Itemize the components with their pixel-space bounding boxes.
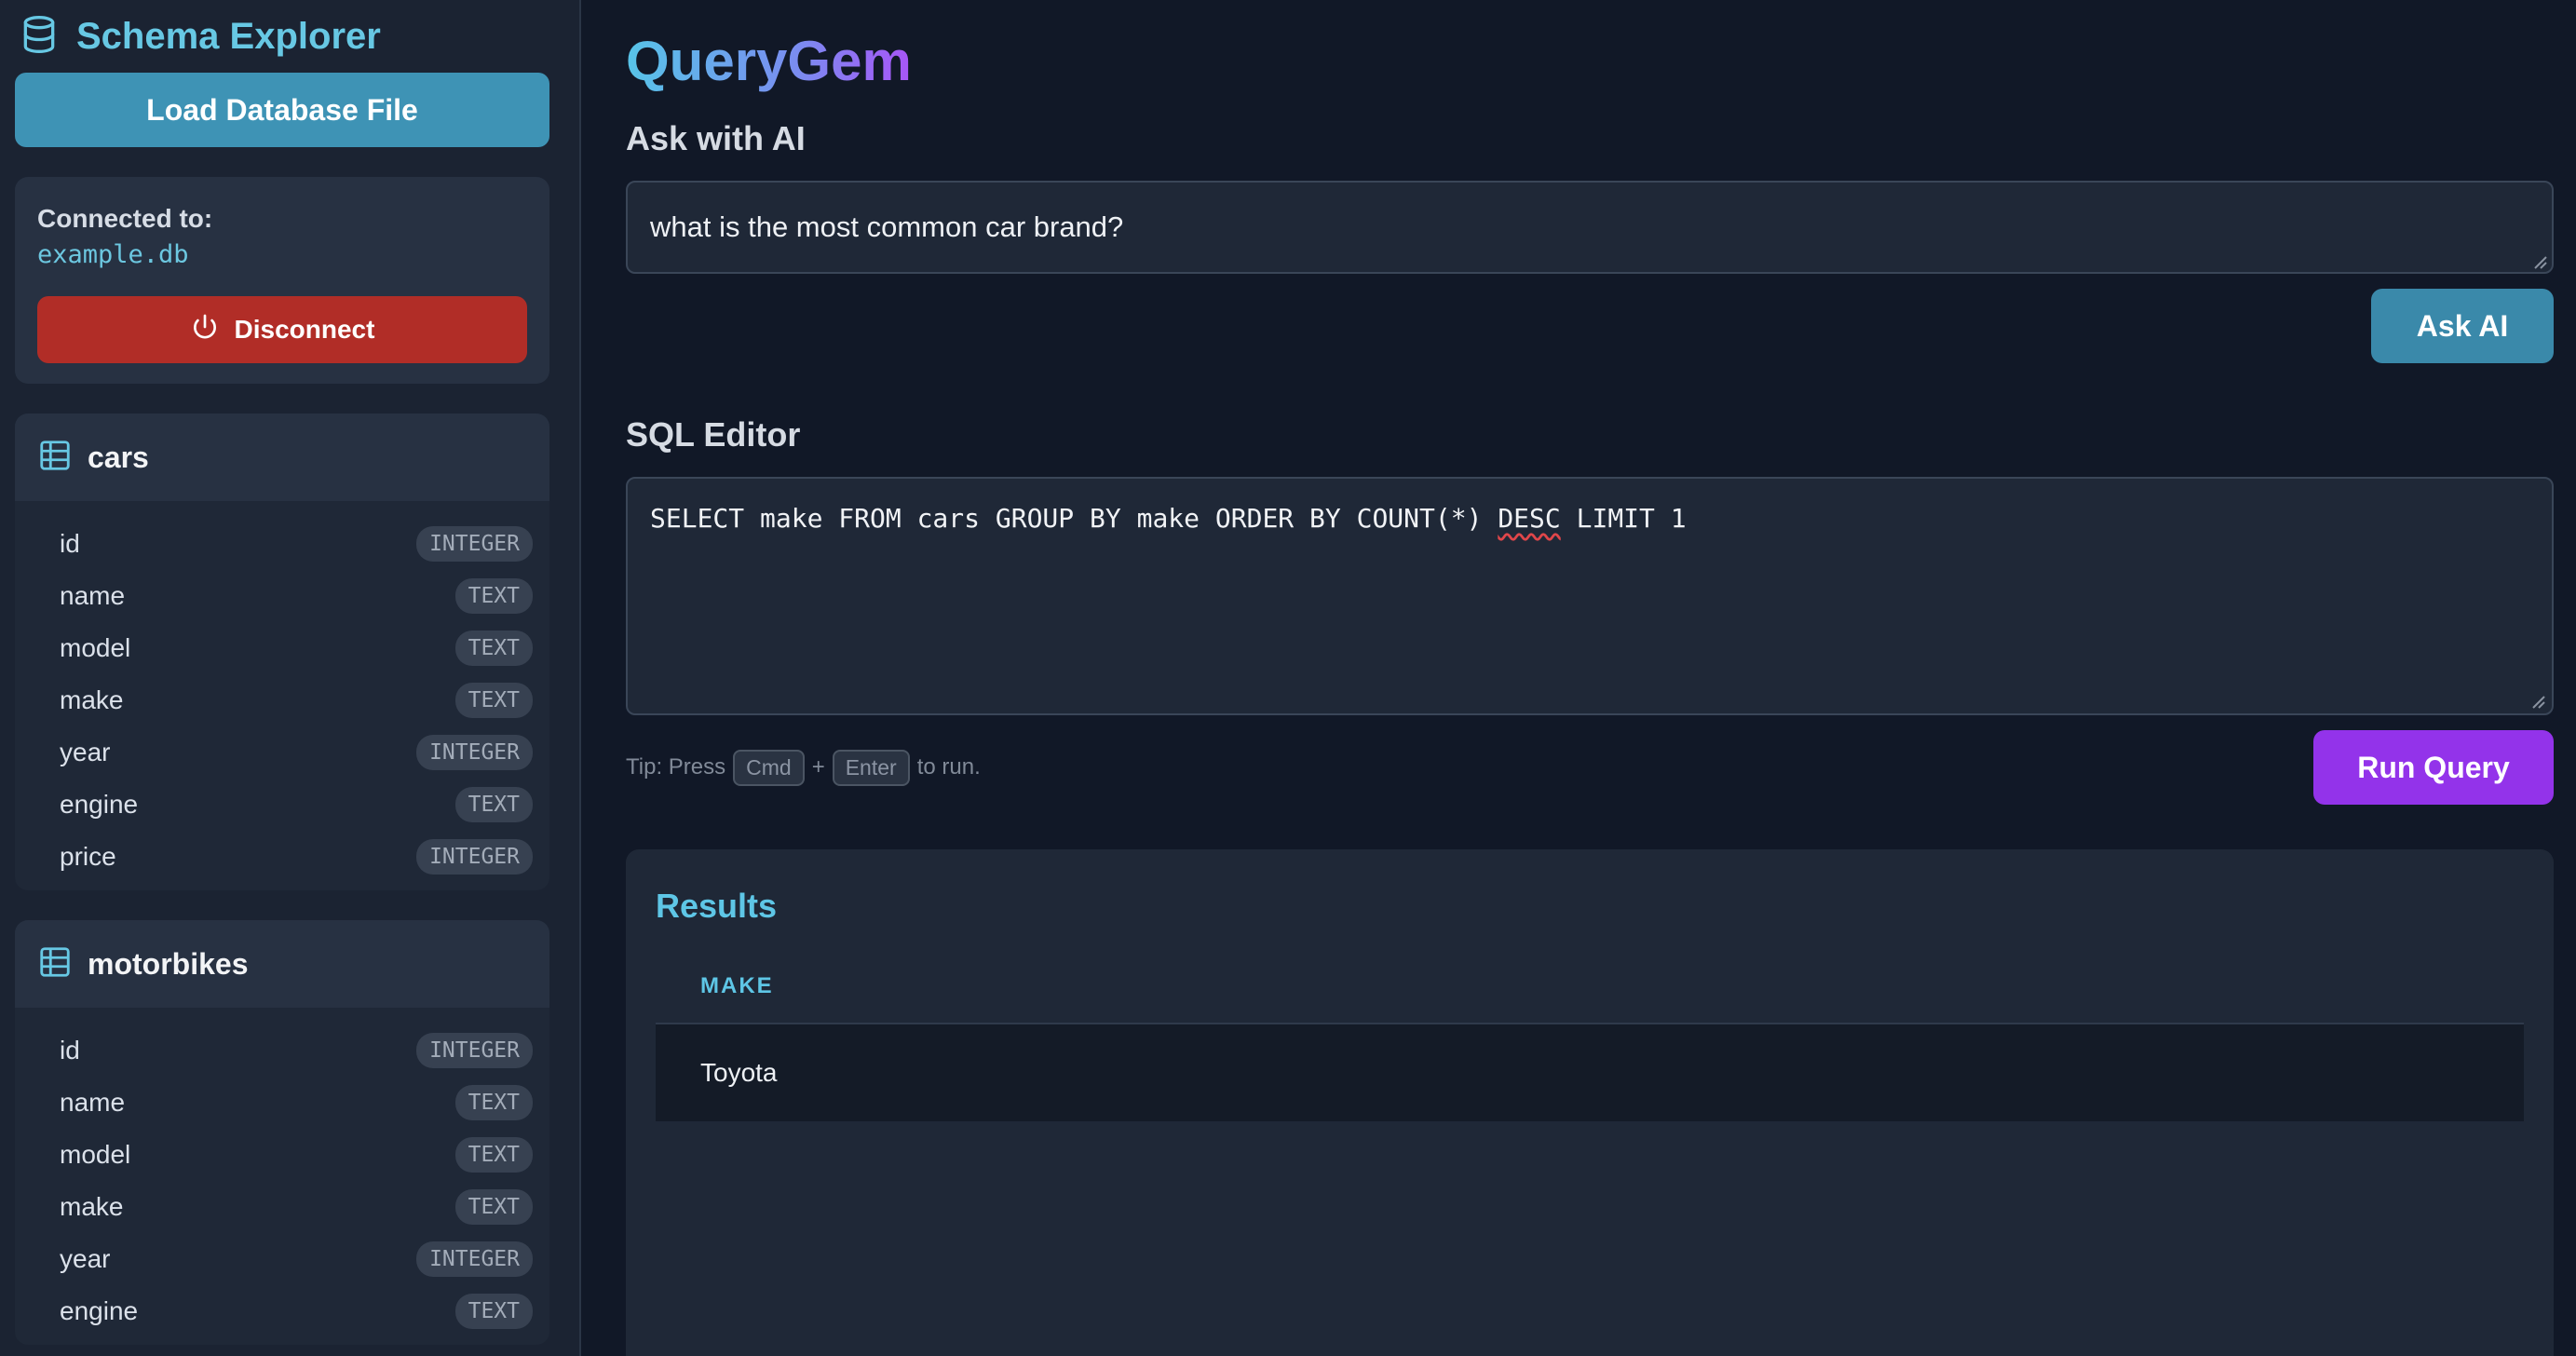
column-list: id INTEGER name TEXT model TEXT make TEXT ye… bbox=[15, 501, 549, 890]
column-row: make TEXT bbox=[60, 1181, 533, 1233]
column-list: id INTEGER name TEXT model TEXT make TEXT ye… bbox=[15, 1008, 549, 1345]
sql-query-part: LIMIT 1 bbox=[1560, 503, 1687, 534]
results-panel: Results MAKE Toyota bbox=[626, 849, 2554, 1356]
column-type-badge: INTEGER bbox=[416, 1033, 533, 1068]
load-database-button[interactable]: Load Database File bbox=[15, 73, 549, 147]
column-row: year INTEGER bbox=[60, 726, 533, 779]
results-title: Results bbox=[656, 887, 778, 925]
table-name: cars bbox=[88, 440, 149, 474]
kbd-cmd: Cmd bbox=[733, 749, 805, 786]
sidebar-header: Schema Explorer bbox=[15, 13, 564, 60]
column-type-badge: INTEGER bbox=[416, 526, 533, 562]
table-header-cars[interactable]: cars bbox=[15, 414, 549, 501]
column-row: id INTEGER bbox=[60, 518, 533, 570]
column-row: id INTEGER bbox=[60, 1024, 533, 1077]
table-cell: Toyota bbox=[700, 1058, 778, 1087]
column-type-badge: INTEGER bbox=[416, 1241, 533, 1277]
column-type-badge: TEXT bbox=[454, 787, 533, 822]
column-row: engine TEXT bbox=[60, 779, 533, 831]
column-row: name TEXT bbox=[60, 1077, 533, 1129]
column-name: price bbox=[60, 842, 116, 871]
resize-grip-icon[interactable] bbox=[2528, 250, 2548, 270]
ask-ai-button[interactable]: Ask AI bbox=[2371, 289, 2554, 363]
column-name: make bbox=[60, 1192, 124, 1221]
column-name: make bbox=[60, 685, 124, 714]
sql-query-part: SELECT make FROM cars GROUP BY make ORDE… bbox=[650, 503, 1498, 534]
column-row: price INTEGER bbox=[60, 831, 533, 883]
column-name: id bbox=[60, 529, 80, 558]
table-card-motorbikes: motorbikes id INTEGER name TEXT model TEXT … bbox=[15, 920, 549, 1345]
tip-plus: + bbox=[811, 754, 825, 780]
keyboard-tip: Tip: Press Cmd + Enter to run. bbox=[626, 749, 981, 786]
disconnect-button[interactable]: Disconnect bbox=[37, 296, 527, 363]
table-name: motorbikes bbox=[88, 946, 249, 981]
table-grid-icon bbox=[37, 438, 88, 478]
run-row: Tip: Press Cmd + Enter to run. Run Query bbox=[626, 730, 2554, 805]
column-row: make TEXT bbox=[60, 674, 533, 726]
sql-query-text[interactable]: SELECT make FROM cars GROUP BY make ORDE… bbox=[650, 503, 2529, 534]
sql-spellcheck-flag: DESC bbox=[1498, 503, 1561, 534]
app-root: Schema Explorer Load Database File Conne… bbox=[0, 0, 2576, 1356]
column-row: year INTEGER bbox=[60, 1233, 533, 1285]
disconnect-label: Disconnect bbox=[234, 315, 375, 344]
column-type-badge: INTEGER bbox=[416, 839, 533, 875]
column-name: model bbox=[60, 633, 131, 662]
ask-input-wrapper bbox=[626, 158, 2554, 274]
sidebar-title: Schema Explorer bbox=[76, 15, 381, 57]
results-header-row: MAKE bbox=[656, 950, 2524, 1024]
column-type-badge: INTEGER bbox=[416, 735, 533, 770]
connected-database-name: example.db bbox=[37, 240, 189, 269]
column-name: year bbox=[60, 738, 111, 766]
column-type-badge: TEXT bbox=[454, 1189, 533, 1225]
column-type-badge: TEXT bbox=[454, 683, 533, 718]
column-type-badge: TEXT bbox=[454, 1294, 533, 1329]
schema-sidebar: Schema Explorer Load Database File Conne… bbox=[0, 0, 581, 1356]
kbd-enter: Enter bbox=[832, 749, 910, 786]
connection-card: Connected to: example.db Disconnect bbox=[15, 177, 549, 384]
results-table: MAKE Toyota bbox=[656, 950, 2524, 1121]
ask-actions: Ask AI bbox=[626, 274, 2554, 363]
sql-editor[interactable]: SELECT make FROM cars GROUP BY make ORDE… bbox=[626, 477, 2554, 715]
sql-editor-label: SQL Editor bbox=[626, 415, 801, 454]
tip-prefix: Tip: Press bbox=[626, 754, 726, 780]
column-row: model TEXT bbox=[60, 622, 533, 674]
table-header-motorbikes[interactable]: motorbikes bbox=[15, 920, 549, 1008]
power-icon bbox=[190, 312, 235, 348]
column-name: id bbox=[60, 1036, 80, 1064]
column-type-badge: TEXT bbox=[454, 631, 533, 666]
column-name: engine bbox=[60, 1296, 139, 1325]
column-header-make: MAKE bbox=[700, 973, 774, 998]
column-name: name bbox=[60, 581, 126, 610]
column-name: model bbox=[60, 1140, 131, 1169]
column-name: engine bbox=[60, 790, 139, 819]
run-query-button[interactable]: Run Query bbox=[2313, 730, 2554, 805]
column-type-badge: TEXT bbox=[454, 1085, 533, 1120]
main-panel: QueryGem Ask with AI Ask AI SQL Editor S… bbox=[581, 0, 2576, 1356]
table-row: Toyota bbox=[656, 1024, 2524, 1121]
connection-label: Connected to: bbox=[37, 204, 213, 233]
column-row: engine TEXT bbox=[60, 1285, 533, 1337]
table-card-cars: cars id INTEGER name TEXT model TEXT make TE… bbox=[15, 414, 549, 890]
resize-grip-icon[interactable] bbox=[2526, 689, 2546, 710]
column-name: name bbox=[60, 1088, 126, 1117]
column-row: model TEXT bbox=[60, 1129, 533, 1181]
app-brand-title: QueryGem bbox=[626, 28, 912, 95]
database-icon bbox=[19, 14, 76, 60]
column-type-badge: TEXT bbox=[454, 578, 533, 614]
ask-ai-label: Ask with AI bbox=[626, 119, 806, 157]
tip-suffix: to run. bbox=[916, 754, 981, 780]
table-grid-icon bbox=[37, 944, 88, 984]
column-name: year bbox=[60, 1244, 111, 1273]
column-type-badge: TEXT bbox=[454, 1137, 533, 1173]
column-row: name TEXT bbox=[60, 570, 533, 622]
ask-ai-input[interactable] bbox=[626, 181, 2554, 274]
